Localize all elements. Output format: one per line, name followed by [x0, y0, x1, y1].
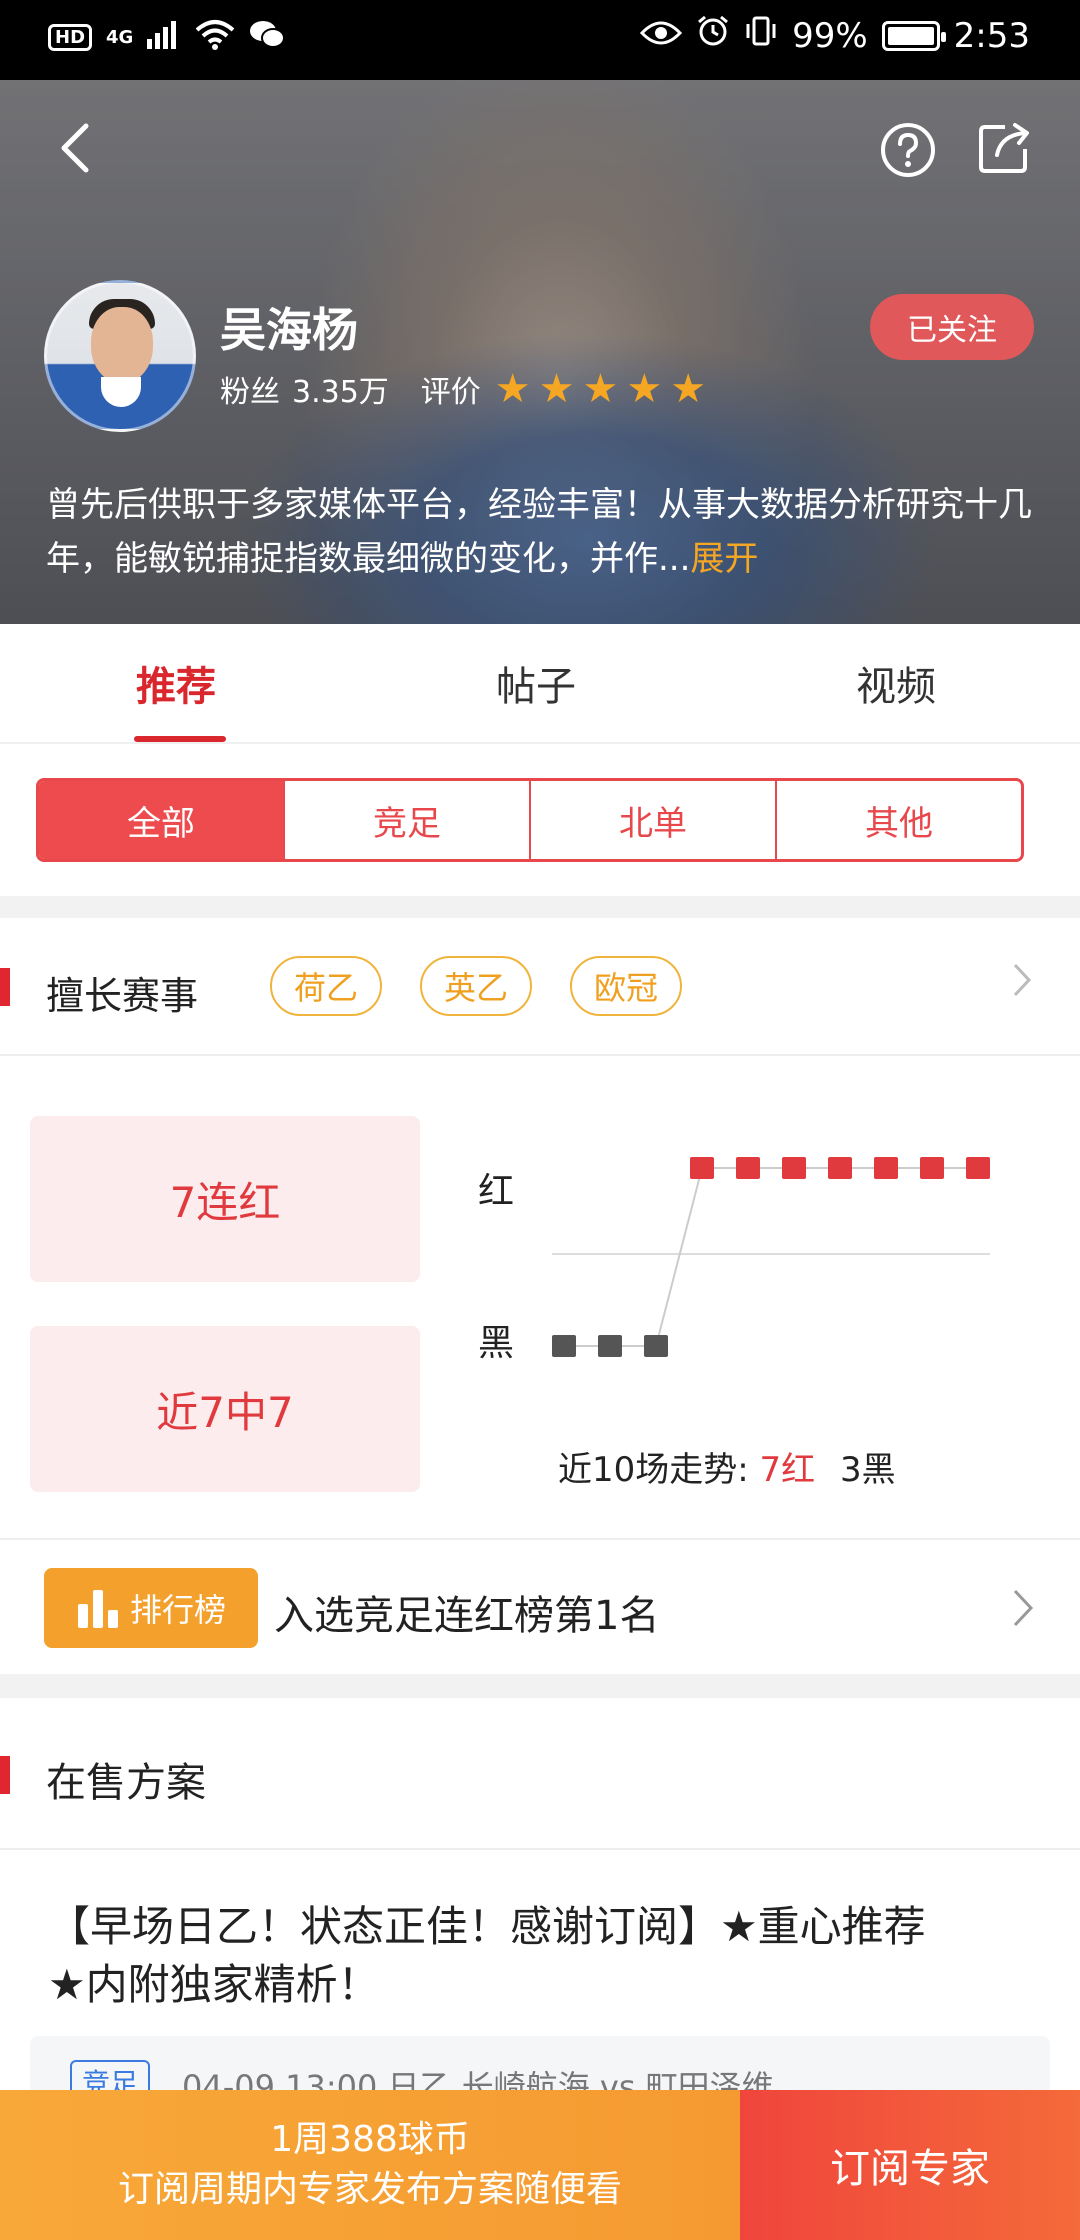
- network-type: 4G: [106, 27, 134, 48]
- bar-chart-icon: [77, 1590, 118, 1628]
- wechat-icon: [249, 19, 286, 56]
- share-button[interactable]: [972, 116, 1036, 180]
- fans-count: 3.35万: [292, 375, 389, 410]
- subscription-info: 1周388球币 订阅周期内专家发布方案随便看: [0, 2090, 740, 2240]
- section-gap: [0, 1674, 1080, 1698]
- fans-label: 粉丝: [220, 375, 280, 410]
- star-icon: ★: [626, 366, 663, 412]
- eye-icon: [639, 16, 683, 56]
- status-bar: HD 4G 99% 2:53: [0, 0, 1080, 80]
- specialty-tag: 英乙: [420, 956, 533, 1016]
- battery-percent: 99%: [792, 15, 868, 56]
- ranking-badge: 排行榜: [44, 1568, 258, 1648]
- active-tab-indicator: [134, 736, 226, 742]
- category-filter: 全部 竞足 北单 其他: [36, 778, 1024, 862]
- star-icon: ★: [670, 366, 707, 412]
- bio-text: 曾先后供职于多家媒体平台，经验丰富！从事大数据分析研究十几年，能敏锐捕捉指数最细…: [46, 485, 1032, 579]
- trend-point-black: [598, 1335, 622, 1357]
- trend-point-red: [920, 1157, 944, 1179]
- chevron-right-icon: [1012, 1588, 1034, 1638]
- trend-black-count: 3黑: [839, 1450, 896, 1490]
- bio-expand-link[interactable]: 展开: [690, 539, 758, 579]
- filter-all[interactable]: 全部: [39, 781, 285, 859]
- expert-meta: 粉丝 3.35万 评价 ★ ★ ★ ★ ★: [220, 367, 706, 411]
- tab-recommend[interactable]: 推荐: [136, 654, 216, 712]
- filter-jingzu[interactable]: 竞足: [285, 781, 531, 859]
- trend-black-label: 黑: [478, 1323, 515, 1364]
- trend-point-black: [552, 1335, 576, 1357]
- wifi-icon: [195, 18, 235, 57]
- specialty-tag: 荷乙: [270, 956, 383, 1016]
- star-icon: ★: [494, 366, 531, 412]
- trend-red-count: 7红: [759, 1450, 816, 1490]
- trend-red-label: 红: [478, 1171, 515, 1212]
- help-button[interactable]: [876, 118, 940, 182]
- trend-summary: 近10场走势: 7红 3黑: [558, 1442, 896, 1491]
- content-tabs: 推荐 帖子 视频: [0, 624, 1080, 744]
- share-icon: [979, 123, 1029, 173]
- avatar[interactable]: [44, 280, 196, 432]
- follow-button[interactable]: 已关注: [870, 294, 1034, 360]
- subscribe-bar: 1周388球币 订阅周期内专家发布方案随便看 订阅专家: [0, 2090, 1080, 2240]
- trend-point-black: [644, 1335, 668, 1357]
- hit-rate-card: 近7中7: [30, 1326, 420, 1492]
- specialty-tag: 欧冠: [570, 956, 683, 1016]
- trend-point-red: [828, 1157, 852, 1179]
- on-sale-title: 在售方案: [46, 1760, 206, 1806]
- ranking-badge-label: 排行榜: [129, 1591, 226, 1629]
- vibrate-icon: [744, 14, 778, 57]
- rating-label: 评价: [420, 375, 481, 410]
- tab-posts[interactable]: 帖子: [496, 654, 576, 712]
- question-circle-icon: [881, 123, 935, 177]
- battery-icon: [881, 20, 946, 51]
- filter-beidan[interactable]: 北单: [531, 781, 777, 859]
- alarm-icon: [696, 14, 730, 57]
- subscription-note: 订阅周期内专家发布方案随便看: [117, 2169, 622, 2210]
- plan-title[interactable]: 【早场日乙！状态正佳！感谢订阅】★重心推荐★内附独家精析！: [48, 1898, 948, 2014]
- trend-point-red: [736, 1157, 760, 1179]
- expert-name: 吴海杨: [220, 303, 358, 357]
- signal-icon: [147, 19, 181, 56]
- trend-summary-prefix: 近10场走势:: [558, 1450, 749, 1490]
- back-button[interactable]: [42, 116, 106, 180]
- specialty-title: 擅长赛事: [46, 974, 199, 1018]
- trend-point-red: [782, 1157, 806, 1179]
- subscribe-button[interactable]: 订阅专家: [740, 2090, 1080, 2240]
- trend-line: [564, 1167, 978, 1347]
- tab-videos[interactable]: 视频: [856, 654, 936, 712]
- hd-badge: HD: [48, 24, 93, 51]
- trend-point-red: [874, 1157, 898, 1179]
- section-marker: [0, 1756, 10, 1794]
- filter-other[interactable]: 其他: [777, 781, 1021, 859]
- expert-bio: 曾先后供职于多家媒体平台，经验丰富！从事大数据分析研究十几年，能敏锐捕捉指数最细…: [46, 478, 1036, 586]
- section-marker: [0, 968, 10, 1006]
- chevron-right-icon: [1012, 962, 1032, 1008]
- section-gap: [0, 896, 1080, 918]
- clock: 2:53: [953, 15, 1030, 56]
- trend-point-red: [966, 1157, 990, 1179]
- star-icon: ★: [538, 366, 575, 412]
- streak-card: 7连红: [30, 1116, 420, 1282]
- back-arrow-icon: [61, 123, 89, 173]
- trend-point-red: [690, 1157, 714, 1179]
- profile-header: 吴海杨 粉丝 3.35万 评价 ★ ★ ★ ★ ★ 已关注 曾先后供职于多家媒体平台，经…: [0, 80, 1080, 624]
- ranking-text: 入选竞足连红榜第1名: [274, 1593, 660, 1639]
- star-icon: ★: [582, 366, 619, 412]
- rating-stars: ★ ★ ★ ★ ★: [495, 369, 706, 409]
- trend-chart: [552, 1157, 990, 1357]
- subscription-price: 1周388球币: [270, 2119, 470, 2160]
